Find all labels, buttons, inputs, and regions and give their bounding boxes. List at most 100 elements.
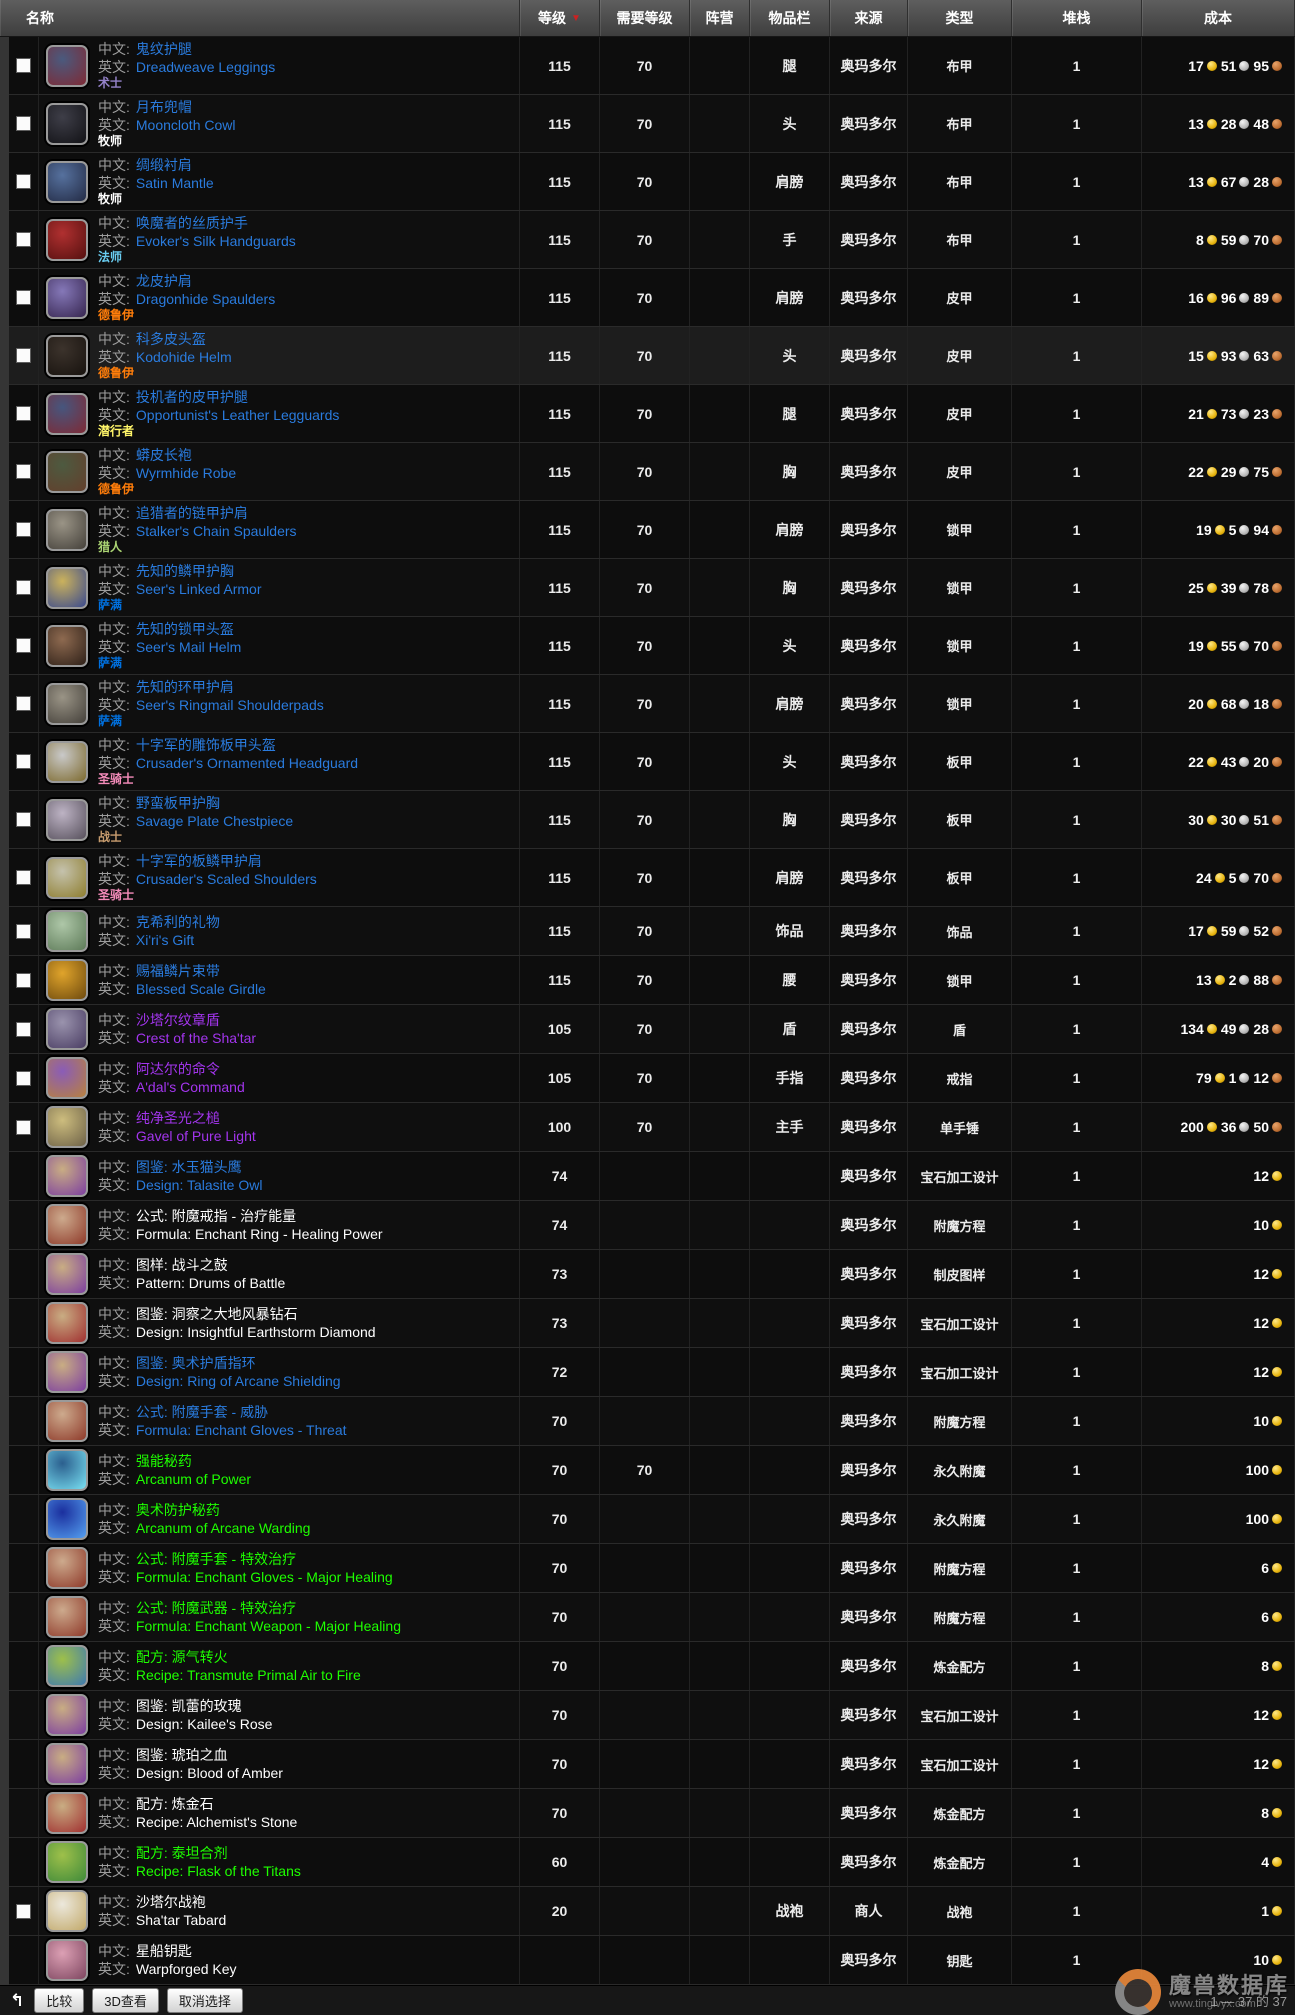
item-name-en[interactable]: Arcanum of Arcane Warding xyxy=(136,1520,311,1536)
row-checkbox[interactable] xyxy=(16,406,31,421)
item-name-en[interactable]: Recipe: Transmute Primal Air to Fire xyxy=(136,1667,361,1683)
row-checkbox[interactable] xyxy=(16,1904,31,1919)
item-icon[interactable] xyxy=(46,1792,88,1834)
item-name-en[interactable]: Crusader's Ornamented Headguard xyxy=(136,755,358,771)
item-icon[interactable] xyxy=(46,1694,88,1736)
item-name-en[interactable]: Formula: Enchant Weapon - Major Healing xyxy=(136,1618,401,1634)
item-name-cn[interactable]: 图鉴: 奥术护盾指环 xyxy=(136,1355,256,1371)
item-name-en[interactable]: Gavel of Pure Light xyxy=(136,1128,256,1144)
column-header-7[interactable]: 堆栈 xyxy=(1012,0,1142,36)
item-icon[interactable] xyxy=(46,219,88,261)
item-icon[interactable] xyxy=(46,1890,88,1932)
item-icon[interactable] xyxy=(46,1008,88,1050)
column-header-0[interactable]: 名称 xyxy=(0,0,520,36)
item-icon[interactable] xyxy=(46,393,88,435)
row-checkbox[interactable] xyxy=(16,58,31,73)
item-name-cn[interactable]: 追猎者的链甲护肩 xyxy=(136,505,248,521)
item-icon[interactable] xyxy=(46,1449,88,1491)
item-icon[interactable] xyxy=(46,741,88,783)
row-checkbox[interactable] xyxy=(16,290,31,305)
item-icon[interactable] xyxy=(46,910,88,952)
item-name-en[interactable]: Formula: Enchant Gloves - Threat xyxy=(136,1422,347,1438)
item-name-en[interactable]: Blessed Scale Girdle xyxy=(136,981,266,997)
row-checkbox[interactable] xyxy=(16,1071,31,1086)
item-name-cn[interactable]: 科多皮头盔 xyxy=(136,331,206,347)
item-icon[interactable] xyxy=(46,1841,88,1883)
item-icon[interactable] xyxy=(46,1057,88,1099)
item-name-en[interactable]: Pattern: Drums of Battle xyxy=(136,1275,285,1291)
item-name-cn[interactable]: 野蛮板甲护胸 xyxy=(136,795,220,811)
item-name-en[interactable]: Formula: Enchant Ring - Healing Power xyxy=(136,1226,383,1242)
row-checkbox[interactable] xyxy=(16,348,31,363)
item-name-en[interactable]: Design: Insightful Earthstorm Diamond xyxy=(136,1324,376,1340)
item-name-cn[interactable]: 配方: 泰坦合剂 xyxy=(136,1845,228,1861)
item-name-cn[interactable]: 十字军的板鳞甲护肩 xyxy=(136,853,262,869)
item-name-en[interactable]: Design: Ring of Arcane Shielding xyxy=(136,1373,341,1389)
deselect-button[interactable]: 取消选择 xyxy=(167,1988,243,2013)
item-icon[interactable] xyxy=(46,103,88,145)
item-name-cn[interactable]: 鬼纹护腿 xyxy=(136,41,192,57)
item-name-cn[interactable]: 强能秘药 xyxy=(136,1453,192,1469)
row-checkbox[interactable] xyxy=(16,116,31,131)
item-name-cn[interactable]: 赐福鳞片束带 xyxy=(136,963,220,979)
item-name-en[interactable]: Wyrmhide Robe xyxy=(136,465,236,481)
item-name-cn[interactable]: 先知的鳞甲护胸 xyxy=(136,563,234,579)
item-icon[interactable] xyxy=(46,799,88,841)
item-name-en[interactable]: Satin Mantle xyxy=(136,175,214,191)
item-name-en[interactable]: Kodohide Helm xyxy=(136,349,232,365)
item-name-cn[interactable]: 图鉴: 琥珀之血 xyxy=(136,1747,228,1763)
item-name-cn[interactable]: 沙塔尔战袍 xyxy=(136,1894,206,1910)
item-name-en[interactable]: Mooncloth Cowl xyxy=(136,117,236,133)
item-icon[interactable] xyxy=(46,277,88,319)
item-name-en[interactable]: Recipe: Flask of the Titans xyxy=(136,1863,301,1879)
item-name-cn[interactable]: 图鉴: 凯蕾的玫瑰 xyxy=(136,1698,242,1714)
item-name-cn[interactable]: 月布兜帽 xyxy=(136,99,192,115)
item-name-cn[interactable]: 奥术防护秘药 xyxy=(136,1502,220,1518)
row-checkbox[interactable] xyxy=(16,696,31,711)
view-3d-button[interactable]: 3D查看 xyxy=(92,1988,159,2013)
item-name-en[interactable]: Seer's Mail Helm xyxy=(136,639,241,655)
item-icon[interactable] xyxy=(46,509,88,551)
row-checkbox[interactable] xyxy=(16,580,31,595)
item-name-en[interactable]: Warpforged Key xyxy=(136,1961,237,1977)
item-name-en[interactable]: Seer's Ringmail Shoulderpads xyxy=(136,697,324,713)
item-name-en[interactable]: Design: Talasite Owl xyxy=(136,1177,263,1193)
item-name-en[interactable]: Evoker's Silk Handguards xyxy=(136,233,296,249)
item-name-cn[interactable]: 公式: 附魔武器 - 特效治疗 xyxy=(136,1600,296,1616)
row-checkbox[interactable] xyxy=(16,464,31,479)
item-name-cn[interactable]: 图鉴: 洞察之大地风暴钻石 xyxy=(136,1306,298,1322)
item-name-en[interactable]: Arcanum of Power xyxy=(136,1471,251,1487)
item-name-cn[interactable]: 龙皮护肩 xyxy=(136,273,192,289)
item-icon[interactable] xyxy=(46,625,88,667)
item-icon[interactable] xyxy=(46,45,88,87)
column-header-2[interactable]: 需要等级 xyxy=(600,0,690,36)
item-name-cn[interactable]: 公式: 附魔手套 - 威胁 xyxy=(136,1404,268,1420)
item-icon[interactable] xyxy=(46,1351,88,1393)
row-checkbox[interactable] xyxy=(16,638,31,653)
item-name-en[interactable]: Opportunist's Leather Legguards xyxy=(136,407,339,423)
item-icon[interactable] xyxy=(46,567,88,609)
item-name-en[interactable]: Dragonhide Spaulders xyxy=(136,291,275,307)
item-name-cn[interactable]: 配方: 源气转火 xyxy=(136,1649,228,1665)
item-icon[interactable] xyxy=(46,1743,88,1785)
item-icon[interactable] xyxy=(46,161,88,203)
item-name-en[interactable]: Sha'tar Tabard xyxy=(136,1912,226,1928)
compare-button[interactable]: 比较 xyxy=(34,1988,84,2013)
item-icon[interactable] xyxy=(46,959,88,1001)
item-name-cn[interactable]: 沙塔尔纹章盾 xyxy=(136,1012,220,1028)
item-name-cn[interactable]: 先知的环甲护肩 xyxy=(136,679,234,695)
item-name-cn[interactable]: 阿达尔的命令 xyxy=(136,1061,220,1077)
row-checkbox[interactable] xyxy=(16,522,31,537)
column-header-3[interactable]: 阵营 xyxy=(690,0,750,36)
item-icon[interactable] xyxy=(46,1302,88,1344)
row-checkbox[interactable] xyxy=(16,754,31,769)
row-checkbox[interactable] xyxy=(16,924,31,939)
item-name-cn[interactable]: 配方: 炼金石 xyxy=(136,1796,214,1812)
item-name-cn[interactable]: 先知的锁甲头盔 xyxy=(136,621,234,637)
item-icon[interactable] xyxy=(46,1547,88,1589)
item-name-cn[interactable]: 唤魔者的丝质护手 xyxy=(136,215,248,231)
item-name-cn[interactable]: 公式: 附魔戒指 - 治疗能量 xyxy=(136,1208,296,1224)
item-icon[interactable] xyxy=(46,1939,88,1981)
item-name-cn[interactable]: 纯净圣光之槌 xyxy=(136,1110,220,1126)
item-name-en[interactable]: Seer's Linked Armor xyxy=(136,581,262,597)
